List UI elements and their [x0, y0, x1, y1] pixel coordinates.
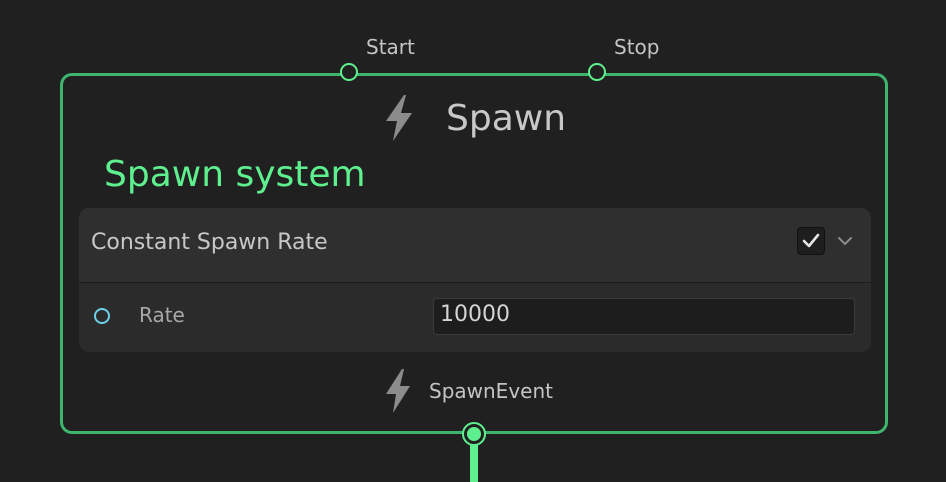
start-input-port[interactable]: [340, 63, 358, 81]
chevron-down-icon[interactable]: [836, 232, 854, 250]
rate-input-slot[interactable]: [94, 308, 110, 324]
output-port-fill: [467, 427, 481, 441]
lightning-bolt-icon: [386, 369, 410, 413]
rate-label: Rate: [139, 303, 185, 327]
node-title: Spawn: [445, 97, 567, 139]
start-port-label: Start: [366, 35, 415, 59]
spawn-event-output: SpawnEvent: [63, 366, 885, 416]
spawn-context-node[interactable]: Spawn Spawn system Constant Spawn Rate R…: [60, 73, 888, 434]
constant-spawn-rate-block[interactable]: Constant Spawn Rate Rate 10000: [79, 208, 871, 352]
stop-input-port[interactable]: [588, 63, 606, 81]
rate-property-row: Rate 10000: [79, 283, 871, 352]
node-header: Spawn: [63, 90, 885, 146]
lightning-bolt-icon: [385, 95, 412, 141]
spawn-event-label: SpawnEvent: [429, 379, 553, 403]
block-title: Constant Spawn Rate: [91, 230, 328, 255]
stop-port-label: Stop: [614, 35, 660, 59]
rate-value-field[interactable]: 10000: [433, 298, 855, 335]
node-subtitle[interactable]: Spawn system: [104, 154, 366, 195]
checkmark-icon: [802, 233, 820, 248]
block-header[interactable]: Constant Spawn Rate: [79, 208, 871, 283]
output-connection-edge[interactable]: [470, 440, 478, 482]
spawn-event-output-port[interactable]: [462, 422, 486, 446]
block-enabled-checkbox[interactable]: [797, 227, 825, 255]
graph-canvas[interactable]: Start Stop Spawn Spawn system Constant S…: [0, 0, 946, 482]
